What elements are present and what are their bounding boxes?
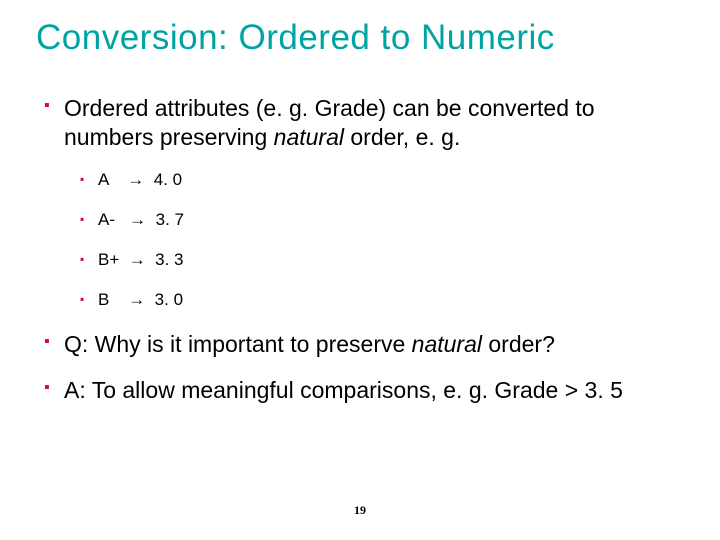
grade-b-text: B → 3. 0 — [98, 290, 183, 309]
grade-am-text: A- → 3. 7 — [98, 210, 184, 229]
intro-text-natural: natural — [274, 124, 344, 150]
question-text-natural: natural — [412, 331, 482, 357]
page-number: 19 — [0, 503, 720, 518]
grade-item-bplus: B+ → 3. 3 — [80, 250, 684, 270]
intro-text-b: order, e. g. — [344, 124, 460, 150]
slide-title: Conversion: Ordered to Numeric — [36, 18, 684, 58]
grade-bp-text: B+ → 3. 3 — [98, 250, 184, 269]
grade-a-text: A → 4. 0 — [98, 170, 182, 189]
question-text-a: Q: Why is it important to preserve — [64, 331, 412, 357]
grade-item-aminus: A- → 3. 7 — [80, 210, 684, 230]
bullet-answer: A: To allow meaningful comparisons, e. g… — [44, 376, 684, 405]
grade-item-b: B → 3. 0 — [80, 290, 684, 310]
answer-text: A: To allow meaningful comparisons, e. g… — [64, 377, 623, 403]
grade-item-a: A → 4. 0 — [80, 170, 684, 190]
question-text-b: order? — [482, 331, 555, 357]
slide: Conversion: Ordered to Numeric Ordered a… — [0, 0, 720, 540]
bullet-question: Q: Why is it important to preserve natur… — [44, 330, 684, 359]
bullet-intro: Ordered attributes (e. g. Grade) can be … — [44, 94, 684, 152]
